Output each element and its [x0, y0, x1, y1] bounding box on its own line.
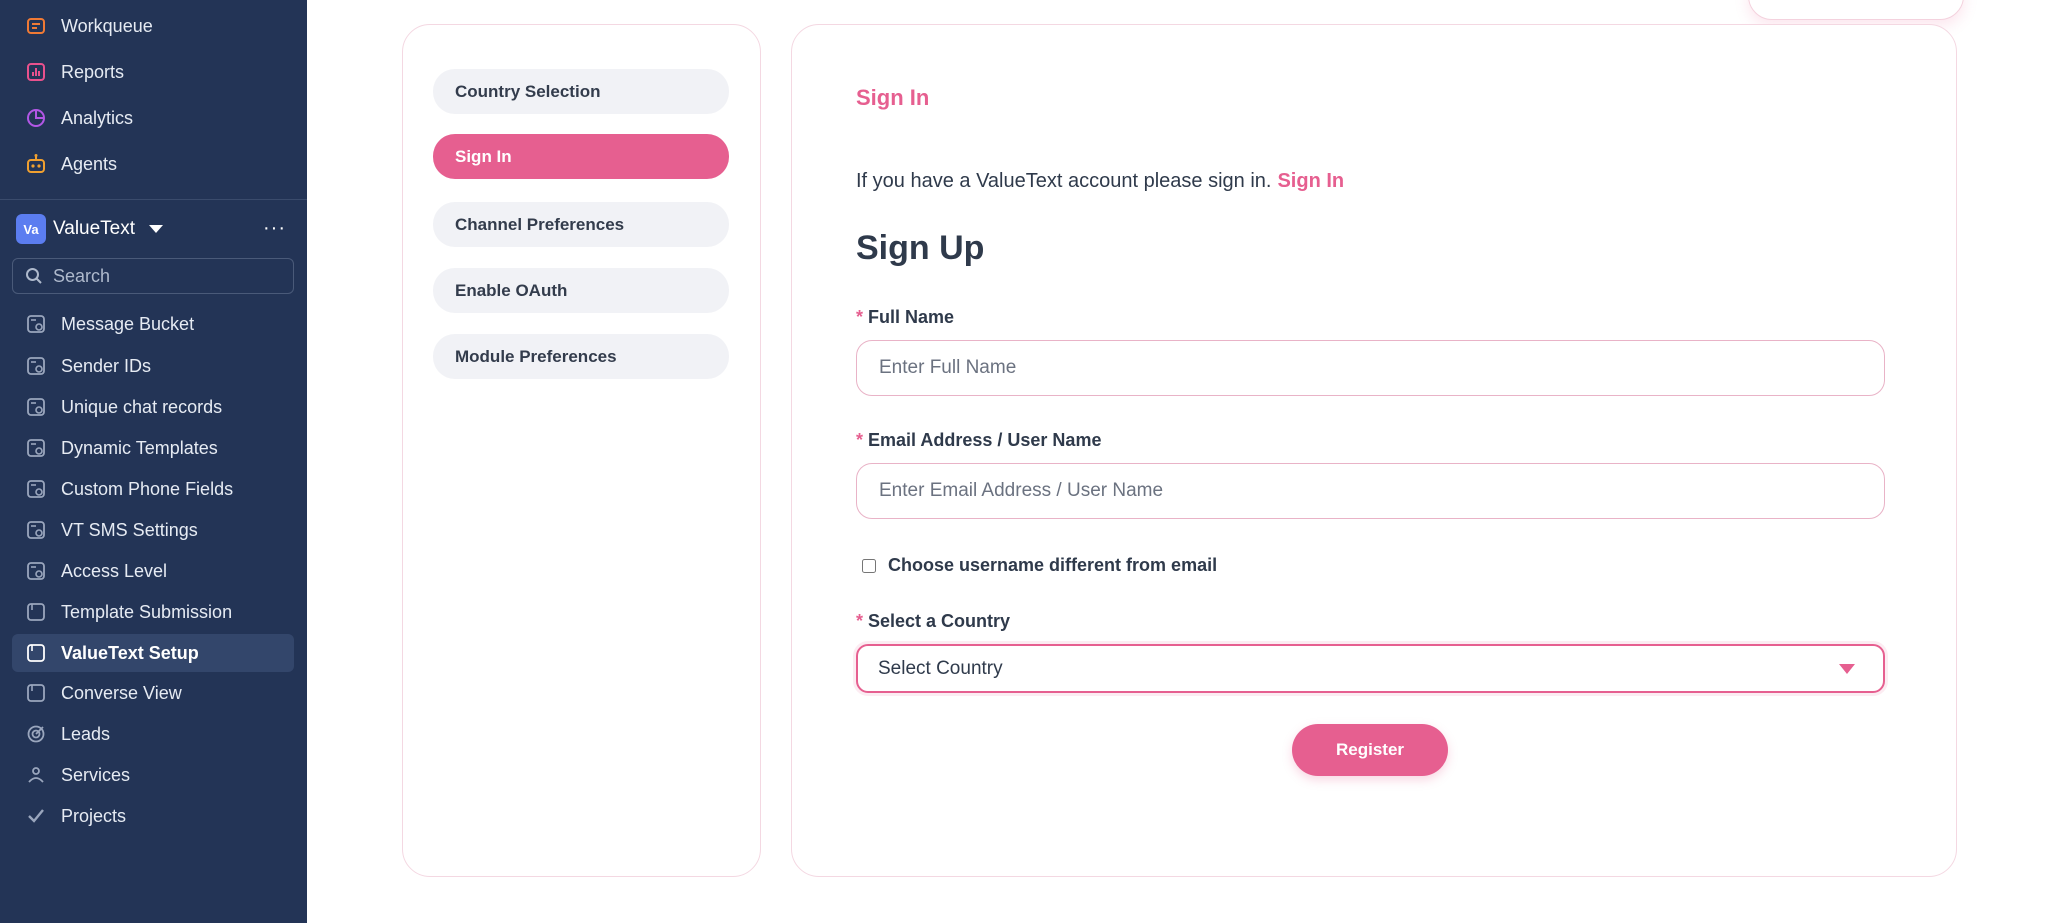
workqueue-icon	[22, 12, 50, 40]
sidebar-item-label: Access Level	[61, 560, 168, 581]
workspace-switcher[interactable]: Va ValueText ···	[16, 214, 296, 244]
signin-prompt: If you have a ValueText account please s…	[856, 170, 1344, 193]
country-select[interactable]: Select Country	[856, 644, 1885, 693]
sidebar-item-access-level[interactable]: Access Level	[12, 552, 294, 590]
workspace-badge: Va	[16, 214, 46, 244]
register-button[interactable]: Register	[1292, 724, 1448, 776]
sidebar-item-label: Workqueue	[61, 15, 153, 36]
section-title: Sign In	[856, 85, 930, 110]
sidebar-item-label: Unique chat records	[61, 396, 223, 417]
sidebar-item-converse-view[interactable]: Converse View	[12, 674, 294, 712]
signup-heading: Sign Up	[856, 229, 985, 267]
sidebar-item-agents[interactable]: Agents	[12, 145, 294, 183]
sidebar: Workqueue Reports Analytics Agents Va Va…	[0, 0, 307, 923]
sidebar-item-label: ValueText Setup	[61, 642, 199, 663]
chevron-down-icon[interactable]	[149, 225, 164, 233]
agents-icon	[22, 150, 50, 178]
full-name-label-text: Full Name	[868, 307, 955, 327]
sidebar-item-workqueue[interactable]: Workqueue	[12, 7, 294, 45]
workspace-name: ValueText	[53, 218, 136, 239]
country-select-value: Select Country	[878, 657, 1003, 679]
module-icon	[22, 393, 50, 421]
reports-icon	[22, 58, 50, 86]
search-icon	[25, 266, 45, 286]
module-icon	[22, 557, 50, 585]
checkmark-icon	[22, 802, 50, 830]
sidebar-item-leads[interactable]: Leads	[12, 715, 294, 753]
sidebar-item-label: VT SMS Settings	[61, 519, 198, 540]
module-icon	[22, 475, 50, 503]
sidebar-item-custom-phone-fields[interactable]: Custom Phone Fields	[12, 470, 294, 508]
signup-form-panel: Sign In If you have a ValueText account …	[791, 24, 1957, 877]
module-icon	[22, 352, 50, 380]
sidebar-search[interactable]	[12, 258, 294, 294]
email-input[interactable]	[856, 463, 1885, 519]
leads-icon	[22, 720, 50, 748]
required-marker: *	[856, 611, 864, 631]
sidebar-item-template-submission[interactable]: Template Submission	[12, 593, 294, 631]
page-icon	[22, 679, 50, 707]
header-action-button[interactable]	[1748, 0, 1964, 20]
email-label: * Email Address / User Name	[856, 430, 1101, 451]
signin-prompt-text: If you have a ValueText account please s…	[856, 170, 1272, 192]
country-label: * Select a Country	[856, 611, 1010, 632]
different-username-checkbox[interactable]	[862, 558, 876, 573]
page-icon	[22, 598, 50, 626]
step-sign-in[interactable]: Sign In	[433, 134, 729, 179]
sidebar-item-sender-ids[interactable]: Sender IDs	[12, 347, 294, 385]
sidebar-item-label: Message Bucket	[61, 313, 195, 334]
module-icon	[22, 310, 50, 338]
full-name-label: * Full Name	[856, 307, 954, 328]
sidebar-item-reports[interactable]: Reports	[12, 53, 294, 91]
full-name-input[interactable]	[856, 340, 1885, 396]
sidebar-divider	[0, 199, 307, 200]
sidebar-item-label: Analytics	[61, 107, 134, 128]
sidebar-item-vt-sms-settings[interactable]: VT SMS Settings	[12, 511, 294, 549]
email-label-text: Email Address / User Name	[868, 430, 1102, 450]
required-marker: *	[856, 430, 864, 450]
analytics-icon	[22, 104, 50, 132]
sidebar-item-label: Agents	[61, 153, 118, 174]
signin-link[interactable]: Sign In	[1277, 170, 1344, 192]
username-option[interactable]: Choose username different from email	[856, 555, 1217, 576]
checkbox-label: Choose username different from email	[888, 555, 1218, 575]
sidebar-item-projects[interactable]: Projects	[12, 797, 294, 835]
step-channel-preferences[interactable]: Channel Preferences	[433, 202, 729, 247]
sidebar-item-unique-chat-records[interactable]: Unique chat records	[12, 388, 294, 426]
chevron-down-icon	[1839, 664, 1855, 674]
sidebar-item-label: Template Submission	[61, 601, 233, 622]
sidebar-item-label: Custom Phone Fields	[61, 478, 234, 499]
sidebar-item-message-bucket[interactable]: Message Bucket	[12, 305, 294, 343]
step-country-selection[interactable]: Country Selection	[433, 69, 729, 114]
sidebar-item-label: Reports	[61, 61, 125, 82]
sidebar-item-valuetext-setup[interactable]: ValueText Setup	[12, 634, 294, 672]
required-marker: *	[856, 307, 864, 327]
sidebar-item-label: Services	[61, 764, 131, 785]
more-options-icon[interactable]: ···	[263, 218, 286, 238]
services-icon	[22, 761, 50, 789]
step-enable-oauth[interactable]: Enable OAuth	[433, 268, 729, 313]
sidebar-item-dynamic-templates[interactable]: Dynamic Templates	[12, 429, 294, 467]
sidebar-item-label: Sender IDs	[61, 355, 152, 376]
sidebar-item-label: Projects	[61, 805, 127, 826]
search-input[interactable]	[51, 264, 285, 288]
sidebar-item-analytics[interactable]: Analytics	[12, 99, 294, 137]
sidebar-item-label: Converse View	[61, 682, 182, 703]
sidebar-item-services[interactable]: Services	[12, 756, 294, 794]
page-icon	[22, 639, 50, 667]
sidebar-item-label: Dynamic Templates	[61, 437, 218, 458]
step-module-preferences[interactable]: Module Preferences	[433, 334, 729, 379]
sidebar-item-label: Leads	[61, 723, 111, 744]
country-label-text: Select a Country	[868, 611, 1011, 631]
module-icon	[22, 516, 50, 544]
setup-steps-panel: Country Selection Sign In Channel Prefer…	[402, 24, 761, 877]
module-icon	[22, 434, 50, 462]
